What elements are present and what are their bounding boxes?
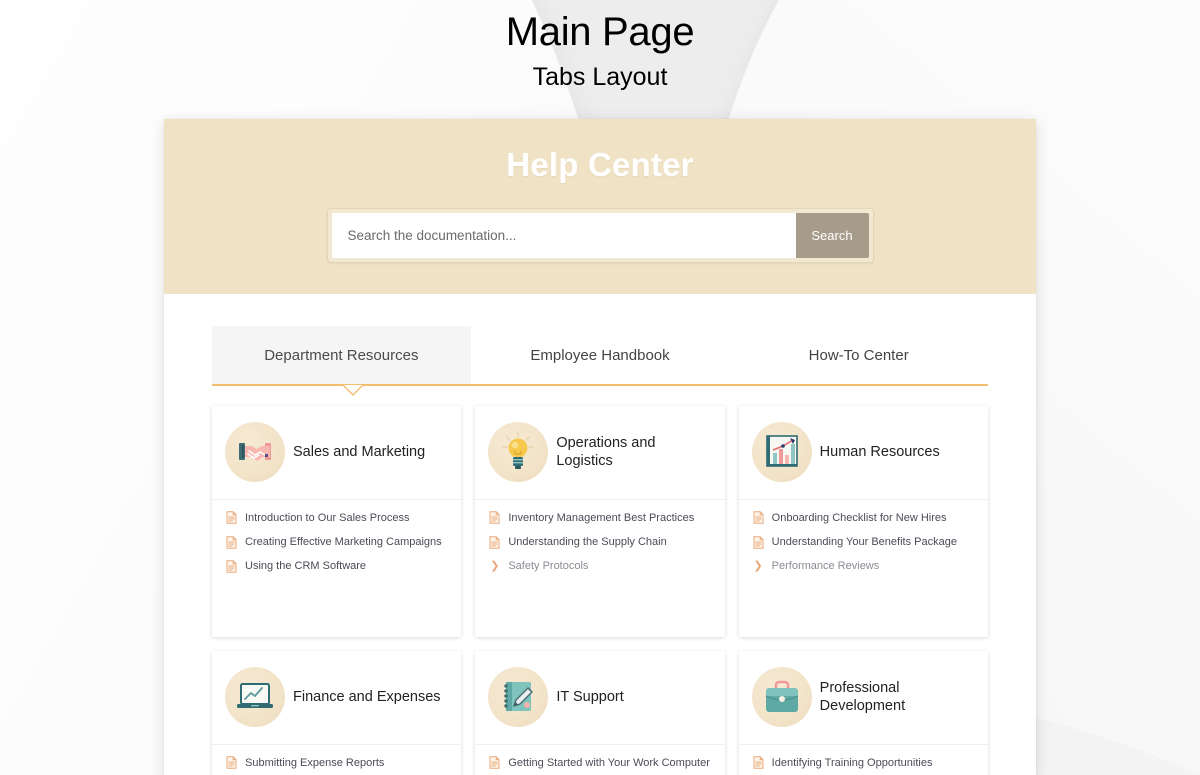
card-list-item[interactable]: Understanding Your Benefits Package (752, 535, 975, 549)
document-icon (752, 535, 765, 549)
card-list-item[interactable]: Using the CRM Software (225, 559, 448, 573)
lightbulb-icon (488, 422, 549, 483)
document-icon (488, 511, 501, 525)
laptop-chart-icon (225, 667, 285, 728)
card-header: Finance and Expenses (212, 651, 462, 745)
document-icon (752, 511, 765, 525)
card-title: IT Support (556, 689, 624, 706)
tab-department-resources[interactable]: Department Resources (212, 325, 471, 384)
active-tab-pointer-icon (342, 384, 364, 396)
card-list-item[interactable]: ❯ Safety Protocols (488, 559, 711, 573)
card-list-item-label: Submitting Expense Reports (245, 756, 385, 769)
card-list-item-label: Understanding the Supply Chain (508, 535, 667, 548)
card-article-list: Onboarding Checklist for New Hires Under… (739, 500, 988, 587)
document-icon (225, 756, 238, 770)
card-title: Human Resources (819, 444, 940, 461)
card-list-item[interactable]: Getting Started with Your Work Computer (488, 756, 711, 770)
document-icon (225, 559, 238, 573)
department-card[interactable]: IT Support Getting Started with Your Wor… (475, 650, 725, 775)
department-cards-grid: Sales and Marketing Introduction to Our … (164, 386, 1036, 775)
card-list-item-label: Performance Reviews (771, 560, 880, 573)
page-title: Main Page (505, 10, 695, 54)
document-icon (225, 535, 238, 549)
tab-label: Employee Handbook (530, 346, 670, 364)
tabs-region: Department Resources Employee Handbook H… (164, 294, 1036, 396)
search-input[interactable] (331, 212, 796, 258)
card-header: Operations and Logistics (475, 406, 725, 500)
card-title: Professional Development (819, 679, 906, 715)
document-icon (225, 511, 238, 525)
bar-chart-icon (751, 422, 812, 483)
card-title: Operations and Logistics (556, 434, 656, 470)
hero-title: Help Center (506, 146, 694, 183)
document-icon (488, 535, 501, 549)
page-subtitle: Tabs Layout (532, 62, 668, 91)
card-header: IT Support (475, 651, 725, 745)
department-card[interactable]: Sales and Marketing Introduction to Our … (212, 405, 462, 637)
notebook-pencil-icon (488, 667, 549, 728)
card-list-item-label: Getting Started with Your Work Computer (508, 756, 710, 769)
card-title: Finance and Expenses (293, 689, 441, 706)
card-list-item[interactable]: Submitting Expense Reports (225, 756, 448, 770)
tab-label: How-To Center (808, 346, 909, 364)
card-list-item-label: Onboarding Checklist for New Hires (771, 511, 947, 524)
tab-employee-handbook[interactable]: Employee Handbook (471, 326, 730, 384)
card-article-list: Identifying Training Opportunities (739, 745, 988, 775)
department-card[interactable]: Finance and Expenses Submitting Expense … (212, 650, 462, 775)
card-article-list: Introduction to Our Sales Process Creati… (212, 500, 461, 587)
page-heading: Main Page Tabs Layout (0, 0, 1200, 93)
card-list-item[interactable]: ❯ Performance Reviews (752, 559, 975, 573)
card-header: Professional Development (738, 651, 988, 745)
card-list-item[interactable]: Inventory Management Best Practices (488, 511, 711, 525)
search-container: Search (326, 207, 874, 263)
hero-header: Help Center Search (164, 119, 1036, 294)
document-icon (752, 756, 765, 770)
tab-strip: Department Resources Employee Handbook H… (212, 325, 988, 396)
card-title: Sales and Marketing (293, 444, 426, 461)
card-header: Human Resources (738, 406, 988, 500)
document-icon (488, 756, 501, 770)
card-list-item[interactable]: Introduction to Our Sales Process (225, 511, 448, 525)
department-card[interactable]: Operations and Logistics Inventory Manag… (475, 405, 725, 637)
card-list-item-label: Understanding Your Benefits Package (771, 535, 957, 548)
card-list-item-label: Creating Effective Marketing Campaigns (245, 535, 442, 548)
search-bar: Search (331, 212, 869, 258)
card-list-item-label: Using the CRM Software (245, 560, 367, 573)
card-list-item[interactable]: Onboarding Checklist for New Hires (752, 511, 975, 525)
card-article-list: Submitting Expense Reports (212, 745, 461, 775)
card-list-item[interactable]: Creating Effective Marketing Campaigns (225, 535, 448, 549)
search-button[interactable]: Search (795, 212, 869, 258)
card-article-list: Inventory Management Best Practices Unde… (475, 500, 724, 587)
tab-how-to-center[interactable]: How-To Center (729, 326, 988, 384)
app-window: Help Center Search Department Resources … (164, 119, 1036, 775)
handshake-icon (225, 422, 285, 483)
chevron-right-icon: ❯ (753, 559, 763, 572)
briefcase-icon (751, 667, 812, 728)
department-card[interactable]: Human Resources Onboarding Checklist for… (738, 405, 988, 637)
card-list-item[interactable]: Understanding the Supply Chain (488, 535, 711, 549)
chevron-right-icon: ❯ (490, 559, 500, 572)
card-list-item-label: Introduction to Our Sales Process (245, 511, 410, 524)
card-list-item[interactable]: Identifying Training Opportunities (752, 756, 975, 770)
card-header: Sales and Marketing (212, 406, 462, 500)
card-list-item-label: Identifying Training Opportunities (771, 756, 933, 769)
tab-label: Department Resources (264, 346, 419, 364)
card-list-item-label: Safety Protocols (508, 560, 589, 573)
department-card[interactable]: Professional Development Identifying Tra… (738, 650, 988, 775)
card-list-item-label: Inventory Management Best Practices (508, 511, 695, 524)
card-article-list: Getting Started with Your Work Computer (475, 745, 724, 775)
